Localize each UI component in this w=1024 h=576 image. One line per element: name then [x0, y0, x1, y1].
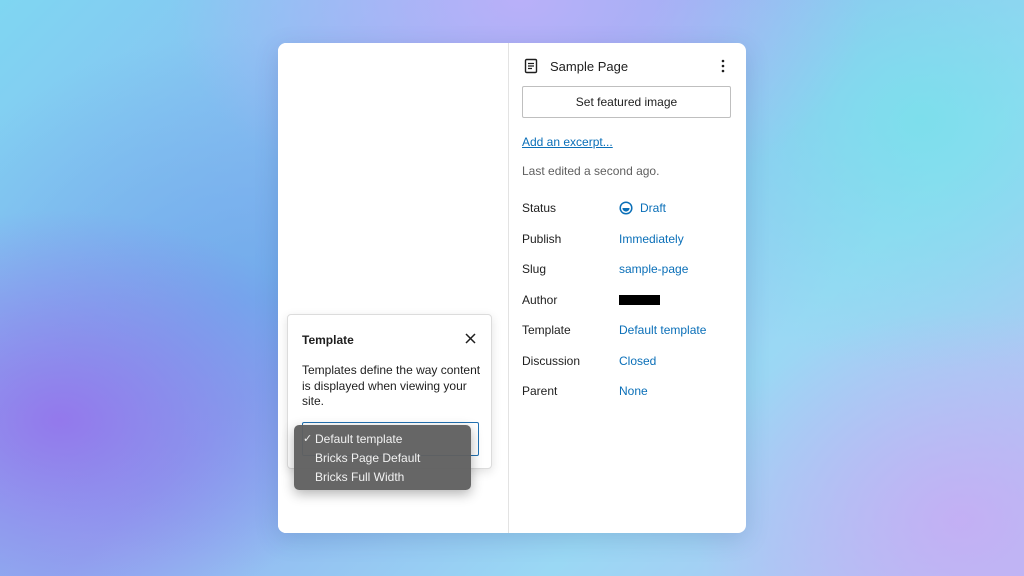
check-icon: ✓ — [303, 433, 313, 445]
status-value-text: Draft — [640, 201, 667, 216]
slug-label: Slug — [522, 262, 547, 277]
document-settings-sidebar: Sample Page Set featured image Add an ex… — [509, 43, 746, 533]
discussion-value[interactable]: Closed — [619, 354, 656, 368]
parent-label: Parent — [522, 384, 558, 399]
close-icon[interactable] — [463, 331, 477, 345]
more-options-icon[interactable] — [713, 56, 733, 76]
publish-value[interactable]: Immediately — [619, 232, 684, 246]
option-label: Default template — [315, 432, 403, 446]
parent-value[interactable]: None — [619, 384, 648, 398]
author-row: Author — [522, 285, 732, 316]
template-option-default[interactable]: ✓ Default template — [294, 430, 471, 449]
page-title: Sample Page — [550, 58, 629, 74]
last-edited-text: Last edited a second ago. — [522, 164, 660, 178]
option-label: Bricks Full Width — [315, 470, 405, 484]
post-summary-rows: Status Draft Publish Immediately Slug sa… — [522, 193, 732, 407]
template-value[interactable]: Default template — [619, 323, 706, 337]
sidebar-header: Sample Page — [523, 54, 733, 78]
status-label: Status — [522, 201, 557, 216]
template-popover-title: Template — [302, 333, 354, 347]
set-featured-image-button[interactable]: Set featured image — [522, 86, 731, 118]
add-excerpt-link[interactable]: Add an excerpt... — [522, 135, 613, 149]
template-label: Template — [522, 323, 571, 338]
status-value[interactable]: Draft — [619, 201, 666, 215]
publish-label: Publish — [522, 231, 562, 246]
author-value[interactable] — [619, 294, 660, 305]
discussion-label: Discussion — [522, 353, 581, 368]
template-dropdown-list: ✓ Default template Bricks Page Default B… — [294, 425, 471, 490]
parent-row: Parent None — [522, 376, 732, 407]
publish-row: Publish Immediately — [522, 224, 732, 255]
status-row: Status Draft — [522, 193, 732, 224]
draft-status-icon — [619, 201, 633, 215]
template-option-bricks-page-default[interactable]: Bricks Page Default — [294, 449, 471, 468]
template-description: Templates define the way content is disp… — [302, 363, 481, 408]
slug-value[interactable]: sample-page — [619, 262, 688, 276]
author-label: Author — [522, 292, 558, 307]
page-icon — [523, 58, 539, 74]
discussion-row: Discussion Closed — [522, 346, 732, 377]
option-label: Bricks Page Default — [315, 451, 421, 465]
slug-row: Slug sample-page — [522, 254, 732, 285]
template-option-bricks-full-width[interactable]: Bricks Full Width — [294, 468, 471, 487]
template-row: Template Default template — [522, 315, 732, 346]
author-name-redacted — [619, 294, 660, 305]
